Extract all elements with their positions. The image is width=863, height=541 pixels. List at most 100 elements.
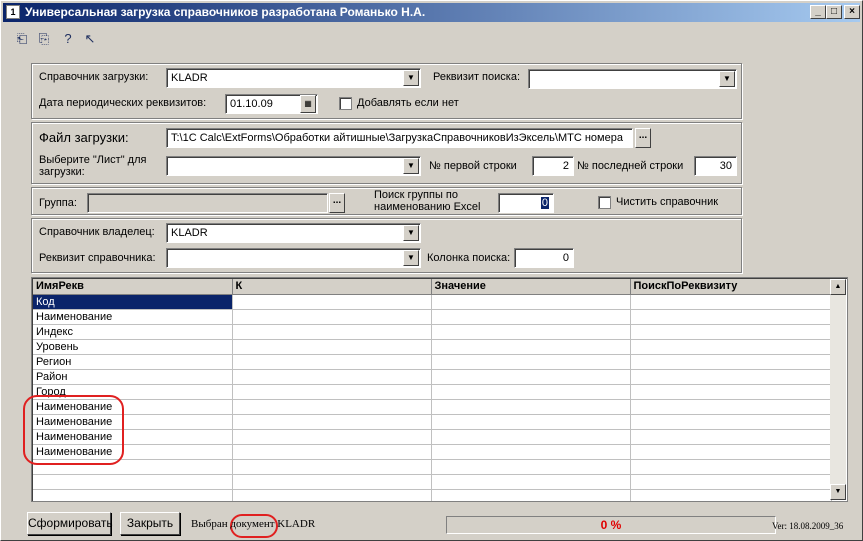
- attr-name-cell[interactable]: [33, 459, 233, 475]
- title-bar[interactable]: 1 Универсальная загрузка справочников ра…: [3, 3, 860, 22]
- save-icon[interactable]: ⎘: [35, 30, 53, 48]
- table-row[interactable]: Наименование: [33, 444, 832, 460]
- table-cell[interactable]: [630, 474, 832, 490]
- scroll-down-icon[interactable]: ▼: [830, 484, 846, 500]
- table-cell[interactable]: [431, 429, 631, 445]
- table-row[interactable]: [33, 459, 832, 475]
- attr-name-cell[interactable]: Регион: [33, 354, 233, 370]
- table-cell[interactable]: [431, 444, 631, 460]
- attr-select[interactable]: ▼: [166, 248, 421, 268]
- chevron-down-icon[interactable]: ▼: [403, 158, 419, 174]
- table-cell[interactable]: [232, 414, 432, 430]
- attr-name-cell[interactable]: [33, 489, 233, 501]
- owner-select[interactable]: KLADR ▼: [166, 223, 421, 243]
- catalog-select[interactable]: KLADR ▼: [166, 68, 421, 88]
- generate-button[interactable]: Сформировать: [27, 512, 113, 535]
- table-cell[interactable]: [630, 324, 832, 340]
- open-icon[interactable]: ⎗: [13, 30, 31, 48]
- table-cell[interactable]: [630, 414, 832, 430]
- table-row[interactable]: Наименование: [33, 399, 832, 415]
- table-cell[interactable]: [431, 384, 631, 400]
- table-cell[interactable]: [232, 294, 432, 310]
- table-cell[interactable]: [630, 369, 832, 385]
- table-row[interactable]: Район: [33, 369, 832, 385]
- table-cell[interactable]: [630, 444, 832, 460]
- select-group-button[interactable]: ...: [329, 193, 345, 213]
- scroll-up-icon[interactable]: ▲: [830, 279, 846, 295]
- table-cell[interactable]: [431, 309, 631, 325]
- table-cell[interactable]: [630, 294, 832, 310]
- first-row-input[interactable]: 2: [532, 156, 574, 176]
- table-cell[interactable]: [431, 294, 631, 310]
- table-cell[interactable]: [232, 324, 432, 340]
- add-if-missing-checkbox[interactable]: [339, 97, 352, 110]
- attr-name-cell[interactable]: Индекс: [33, 324, 233, 340]
- table-cell[interactable]: [630, 309, 832, 325]
- table-cell[interactable]: [431, 399, 631, 415]
- table-cell[interactable]: [630, 429, 832, 445]
- attributes-grid[interactable]: ИмяРекв К Значение ПоискПоРеквизиту Код Н…: [31, 277, 848, 502]
- file-path-input[interactable]: T:\1C Calc\ExtForms\Обработки айтишные\З…: [166, 128, 633, 148]
- table-row[interactable]: Индекс: [33, 324, 832, 340]
- close-window-button[interactable]: ×: [844, 5, 860, 19]
- table-row[interactable]: Регион: [33, 354, 832, 370]
- calendar-icon[interactable]: ▦: [300, 95, 316, 113]
- chevron-down-icon[interactable]: ▼: [403, 70, 419, 86]
- table-row[interactable]: Код: [33, 294, 832, 310]
- table-cell[interactable]: [431, 369, 631, 385]
- attr-name-cell[interactable]: Наименование: [33, 444, 233, 460]
- column-header-name[interactable]: ИмяРекв: [33, 279, 233, 295]
- table-cell[interactable]: [232, 354, 432, 370]
- table-cell[interactable]: [630, 489, 832, 501]
- last-row-input[interactable]: 30: [694, 156, 737, 176]
- table-row[interactable]: Наименование: [33, 429, 832, 445]
- table-cell[interactable]: [232, 369, 432, 385]
- attr-name-cell[interactable]: Наименование: [33, 429, 233, 445]
- table-row[interactable]: Уровень: [33, 339, 832, 355]
- table-cell[interactable]: [630, 399, 832, 415]
- table-cell[interactable]: [232, 384, 432, 400]
- table-row[interactable]: Наименование: [33, 309, 832, 325]
- search-group-input[interactable]: 0: [498, 193, 554, 213]
- clear-catalog-checkbox[interactable]: [598, 196, 611, 209]
- help-icon[interactable]: ?: [59, 30, 77, 48]
- table-cell[interactable]: [232, 489, 432, 501]
- table-cell[interactable]: [630, 354, 832, 370]
- table-cell[interactable]: [630, 339, 832, 355]
- table-cell[interactable]: [431, 414, 631, 430]
- attr-name-cell[interactable]: Уровень: [33, 339, 233, 355]
- table-cell[interactable]: [630, 384, 832, 400]
- attr-name-cell[interactable]: Наименование: [33, 309, 233, 325]
- table-cell[interactable]: [431, 324, 631, 340]
- table-row[interactable]: Наименование: [33, 414, 832, 430]
- table-cell[interactable]: [232, 339, 432, 355]
- close-button[interactable]: Закрыть: [120, 512, 180, 535]
- table-cell[interactable]: [630, 459, 832, 475]
- attr-name-cell[interactable]: Наименование: [33, 414, 233, 430]
- maximize-button[interactable]: □: [826, 5, 842, 19]
- table-cell[interactable]: [232, 399, 432, 415]
- table-cell[interactable]: [431, 339, 631, 355]
- table-cell[interactable]: [232, 459, 432, 475]
- attr-name-cell[interactable]: Наименование: [33, 399, 233, 415]
- table-cell[interactable]: [232, 429, 432, 445]
- table-cell[interactable]: [431, 354, 631, 370]
- browse-file-button[interactable]: ...: [635, 128, 651, 148]
- table-cell[interactable]: [232, 309, 432, 325]
- table-cell[interactable]: [431, 489, 631, 501]
- vertical-scrollbar[interactable]: ▲ ▼: [830, 279, 846, 500]
- attr-name-cell[interactable]: [33, 474, 233, 490]
- column-header-search[interactable]: ПоискПоРеквизиту: [630, 279, 832, 295]
- sheet-select[interactable]: ▼: [166, 156, 421, 176]
- table-cell[interactable]: [431, 474, 631, 490]
- table-row[interactable]: [33, 474, 832, 490]
- table-cell[interactable]: [431, 459, 631, 475]
- table-cell[interactable]: [232, 444, 432, 460]
- attr-name-cell[interactable]: Район: [33, 369, 233, 385]
- search-col-input[interactable]: 0: [514, 248, 574, 268]
- table-row[interactable]: Город: [33, 384, 832, 400]
- column-header-k[interactable]: К: [232, 279, 432, 295]
- app-icon[interactable]: 1: [6, 5, 20, 19]
- table-cell[interactable]: [232, 474, 432, 490]
- minimize-button[interactable]: _: [810, 5, 826, 19]
